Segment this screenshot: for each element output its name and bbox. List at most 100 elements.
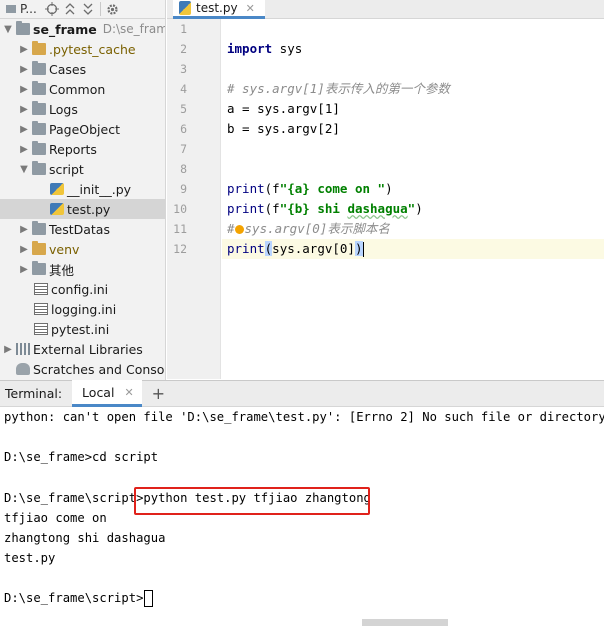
chevron-right-icon[interactable]: ▶ <box>18 244 30 255</box>
line-number: 1 <box>180 22 187 36</box>
terminal-line: test.py <box>4 551 56 565</box>
code-text: ) <box>385 181 393 196</box>
line-number: 4 <box>180 82 187 96</box>
folder-icon <box>32 161 46 175</box>
line-number: 2 <box>180 42 187 56</box>
tree-item-testdatas[interactable]: ▶ TestDatas <box>0 219 165 239</box>
python-file-icon <box>50 203 64 215</box>
tree-item-cases[interactable]: ▶ Cases <box>0 59 165 79</box>
chevron-right-icon[interactable]: ▶ <box>18 104 30 115</box>
string-literal: "{b} shi <box>279 201 348 216</box>
folder-icon <box>16 21 30 35</box>
builtin: print <box>227 241 265 256</box>
tab-test-py[interactable]: test.py ✕ <box>173 0 265 19</box>
add-tab-icon[interactable]: + <box>152 384 165 403</box>
tree-item-scratches[interactable]: Scratches and Consoles <box>0 359 165 379</box>
chevron-down-icon[interactable]: ▼ <box>2 24 14 35</box>
expand-all-icon[interactable] <box>61 0 79 18</box>
chevron-right-icon[interactable]: ▶ <box>18 124 30 135</box>
close-icon[interactable]: ✕ <box>246 2 255 15</box>
folder-icon <box>32 261 46 275</box>
collapse-all-icon[interactable] <box>79 0 97 18</box>
tree-item-label: venv <box>49 241 80 257</box>
command-highlight-box <box>134 487 370 515</box>
tree-item-common[interactable]: ▶ Common <box>0 79 165 99</box>
terminal-line: python: can't open file 'D:\se_frame\tes… <box>4 410 604 424</box>
comment-hash: # <box>227 221 235 236</box>
line-number: 5 <box>180 102 187 116</box>
tree-item-pageobject[interactable]: ▶ PageObject <box>0 119 165 139</box>
tree-item-venv[interactable]: ▶ venv <box>0 239 165 259</box>
tree-item-label: Cases <box>49 61 87 77</box>
locate-icon[interactable] <box>43 0 61 18</box>
python-file-icon <box>179 1 191 15</box>
code-line-4: # sys.argv[1]表示传入的第一个参数 <box>227 81 450 96</box>
code-text: sys <box>272 41 303 56</box>
chevron-right-icon[interactable]: ▶ <box>18 64 30 75</box>
tree-item-pytest-ini[interactable]: pytest.ini <box>0 319 165 339</box>
tree-item-label: External Libraries <box>33 341 143 357</box>
folder-icon <box>32 241 46 255</box>
tree-item-label: Reports <box>49 141 97 157</box>
project-view-title[interactable]: P... <box>20 2 37 16</box>
tree-item-label: script <box>49 161 84 177</box>
chevron-right-icon[interactable]: ▶ <box>18 144 30 155</box>
terminal-output[interactable]: python: can't open file 'D:\se_frame\tes… <box>0 407 604 626</box>
tree-item-label: Logs <box>49 101 78 117</box>
terminal-line: D:\se_frame>cd script <box>4 450 159 464</box>
terminal-prompt: D:\se_frame\script> <box>4 591 144 605</box>
terminal-label: Terminal: <box>5 386 63 401</box>
bracket-highlight: ) <box>354 241 363 256</box>
close-icon[interactable]: ✕ <box>124 386 133 399</box>
tree-item-logs[interactable]: ▶ Logs <box>0 99 165 119</box>
scratch-icon <box>16 363 30 375</box>
terminal-prompt-line: D:\se_frame\script> <box>4 588 154 608</box>
tree-item-label: 其他 <box>49 262 75 278</box>
terminal-line: zhangtong shi dashagua <box>4 531 166 545</box>
ini-file-icon <box>34 323 48 335</box>
tree-item-logging-ini[interactable]: logging.ini <box>0 299 165 319</box>
terminal-header: Terminal: Local ✕ + <box>0 380 604 407</box>
chevron-down-icon[interactable]: ▼ <box>18 164 30 175</box>
string-literal-typo: dashagua <box>347 201 408 216</box>
comment-text: sys.argv[0]表示脚本名 <box>244 221 390 236</box>
gear-icon[interactable] <box>104 0 122 18</box>
terminal-line: tfjiao come on <box>4 511 107 525</box>
tab-label: Local <box>82 384 115 400</box>
tree-item-init-py[interactable]: __init__.py <box>0 179 165 199</box>
chevron-right-icon[interactable]: ▶ <box>18 44 30 55</box>
tree-item-config-ini[interactable]: config.ini <box>0 279 165 299</box>
tree-item-other[interactable]: ▶ 其他 <box>0 259 165 279</box>
tree-item-label: test.py <box>67 201 111 217</box>
chevron-right-icon[interactable]: ▶ <box>18 84 30 95</box>
line-number: 6 <box>180 122 187 136</box>
tree-item-label: logging.ini <box>51 301 117 317</box>
tree-item-pytest-cache[interactable]: ▶ .pytest_cache <box>0 39 165 59</box>
line-number: 12 <box>173 242 187 256</box>
keyword: import <box>227 41 273 56</box>
line-number: 8 <box>180 162 187 176</box>
chevron-right-icon[interactable]: ▶ <box>18 224 30 235</box>
tree-item-test-py[interactable]: test.py <box>0 199 165 219</box>
project-tree: ▼ se_frame D:\se_frame ▶ .pytest_cache ▶… <box>0 19 165 379</box>
code-line-9: print(f"{a} come on ") <box>227 179 393 199</box>
tab-local[interactable]: Local ✕ <box>72 380 142 407</box>
horizontal-scrollbar[interactable] <box>362 619 448 626</box>
code-text: ) <box>415 201 423 216</box>
tree-item-script[interactable]: ▼ script <box>0 159 165 179</box>
tree-item-label: Common <box>49 81 106 97</box>
code-editor[interactable]: import sys # sys.argv[1]表示传入的第一个参数 a = s… <box>222 19 604 379</box>
code-text: sys.argv[0] <box>272 241 355 256</box>
tree-item-reports[interactable]: ▶ Reports <box>0 139 165 159</box>
chevron-right-icon[interactable]: ▶ <box>2 344 14 355</box>
folder-icon <box>32 41 46 55</box>
tree-item-se-frame[interactable]: ▼ se_frame D:\se_frame <box>0 19 165 39</box>
lightbulb-icon[interactable] <box>234 225 244 234</box>
project-view-icon[interactable] <box>2 0 20 18</box>
editor-tab-bar: test.py ✕ <box>167 0 604 19</box>
tree-item-external-libraries[interactable]: ▶ External Libraries <box>0 339 165 359</box>
chevron-right-icon[interactable]: ▶ <box>18 264 30 275</box>
code-text: (f <box>264 201 280 216</box>
python-file-icon <box>50 183 64 195</box>
tree-item-label: config.ini <box>51 281 109 297</box>
